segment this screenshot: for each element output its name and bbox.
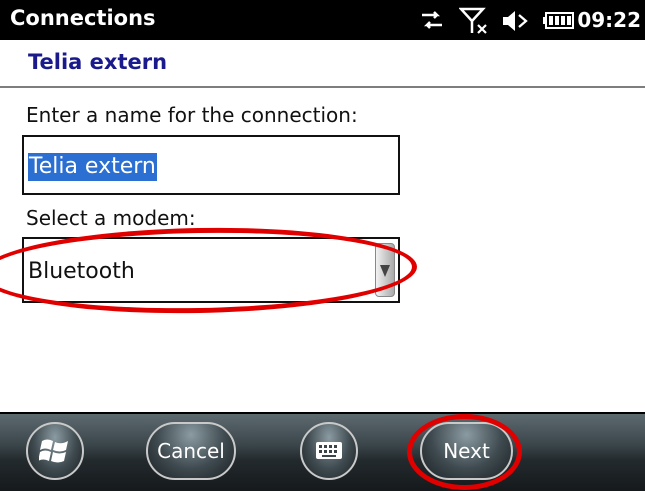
- app-title: Connections: [10, 6, 156, 30]
- cancel-button[interactable]: Cancel: [146, 422, 236, 480]
- clock: 09:22: [577, 8, 641, 32]
- title-bar: Connections 09:22: [0, 0, 645, 40]
- dropdown-button[interactable]: [375, 243, 395, 297]
- status-area[interactable]: 09:22: [415, 0, 645, 40]
- data-transfer-icon: [419, 9, 445, 35]
- connection-name-input[interactable]: Telia extern: [22, 135, 400, 195]
- modem-label: Select a modem:: [26, 206, 196, 230]
- start-button[interactable]: [26, 422, 84, 480]
- page-title: Telia extern: [28, 50, 168, 74]
- connection-name-value: Telia extern: [28, 153, 157, 181]
- next-button[interactable]: Next: [420, 422, 513, 480]
- softkey-bar: Cancel Next: [0, 412, 645, 491]
- no-signal-icon: [458, 6, 489, 40]
- volume-icon: [501, 8, 529, 38]
- page-header: Telia extern: [0, 40, 645, 88]
- keyboard-button[interactable]: [300, 422, 358, 480]
- connection-name-label: Enter a name for the connection:: [26, 103, 358, 127]
- modem-selected-value: Bluetooth: [28, 259, 135, 284]
- modem-select[interactable]: Bluetooth: [22, 237, 400, 303]
- battery-icon: [543, 12, 575, 34]
